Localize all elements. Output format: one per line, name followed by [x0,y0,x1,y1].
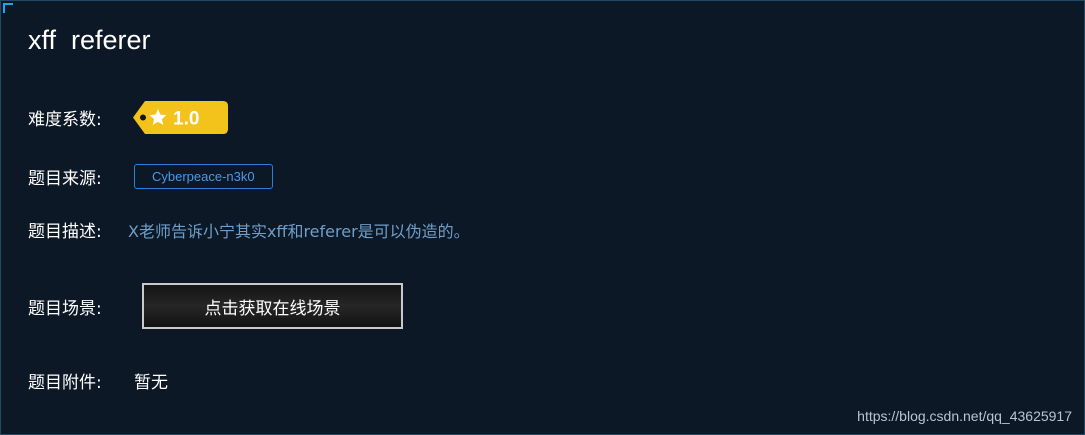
challenge-panel: xff referer 难度系数: 1.0 题目来源: Cyberpeace-n… [0,0,1085,435]
attachment-row: 题目附件: 暂无 [28,368,168,393]
source-badge[interactable]: Cyberpeace-n3k0 [134,164,273,189]
corner-accent-icon [3,3,13,13]
attachment-value: 暂无 [134,373,168,393]
description-label: 题目描述: [28,222,102,242]
scene-row: 题目场景: 点击获取在线场景 [28,283,403,329]
scene-label: 题目场景: [28,298,102,319]
challenge-title: xff referer [28,25,151,55]
source-row: 题目来源: Cyberpeace-n3k0 [28,164,273,189]
attachment-label: 题目附件: [28,373,102,393]
get-scene-button[interactable]: 点击获取在线场景 [142,283,403,329]
description-row: 题目描述: X老师告诉小宁其实xff和referer是可以伪造的。 [28,217,470,243]
difficulty-row: 难度系数: 1.0 [28,101,228,134]
description-text: X老师告诉小宁其实xff和referer是可以伪造的。 [128,221,470,241]
source-label: 题目来源: [28,169,102,189]
watermark: https://blog.csdn.net/qq_43625917 [857,408,1072,424]
difficulty-value: 1.0 [173,109,199,130]
difficulty-label: 难度系数: [28,110,102,130]
difficulty-tag-shape: 1.0 [133,101,228,134]
difficulty-badge: 1.0 [133,101,228,134]
